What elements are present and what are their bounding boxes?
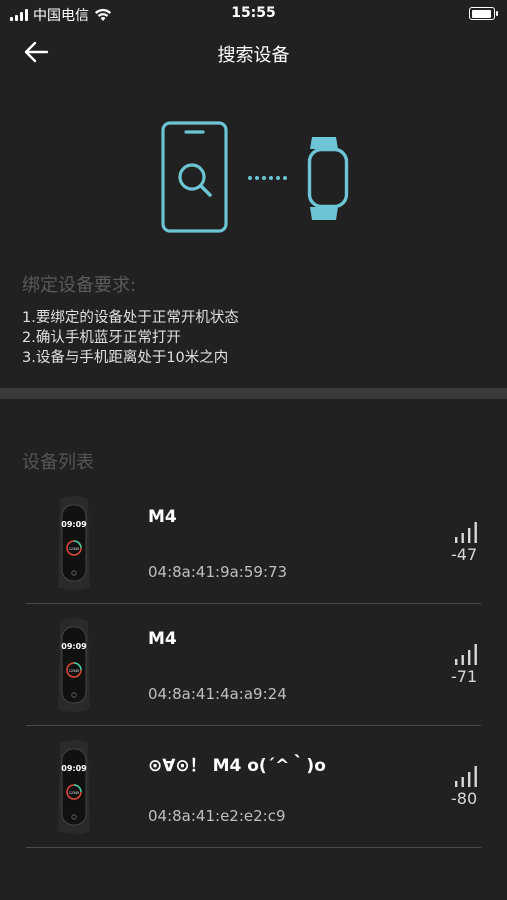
clock: 15:55	[231, 5, 276, 21]
requirement-item: 1.要绑定的设备处于正常开机状态	[22, 310, 239, 326]
device-list-title: 设备列表	[22, 452, 94, 473]
requirements-title: 绑定设备要求:	[22, 275, 137, 296]
band-thumbnail-steps: 12345	[69, 791, 79, 795]
device-mac: 04:8a:41:9a:59:73	[148, 563, 288, 581]
device-row[interactable]: 09:09 12345 M4 04:8a:41:4a:a9:24 -71	[26, 604, 481, 726]
signal-strength-icon	[455, 766, 477, 787]
device-row[interactable]: 09:09 12345 M4 04:8a:41:9a:59:73 -47	[26, 482, 481, 604]
device-rssi: -47	[451, 545, 478, 564]
nav-bar: 搜索设备	[0, 30, 507, 74]
band-thumbnail-time: 09:09	[61, 520, 87, 529]
device-name: ⊙∀⊙！ M4 o(´^｀)o	[148, 756, 326, 776]
band-thumbnail-time: 09:09	[61, 764, 87, 773]
device-mac: 04:8a:41:e2:e2:c9	[148, 807, 286, 825]
requirement-item: 2.确认手机蓝牙正常打开	[22, 330, 181, 346]
band-thumbnail-time: 09:09	[61, 642, 87, 651]
signal-strength-icon	[455, 522, 477, 543]
device-rssi: -80	[451, 789, 478, 808]
section-divider	[0, 388, 507, 399]
requirements-list: 1.要绑定的设备处于正常开机状态 2.确认手机蓝牙正常打开 3.设备与手机距离处…	[22, 308, 239, 368]
page-title: 搜索设备	[217, 45, 290, 66]
device-rssi: -71	[451, 667, 478, 686]
device-name: M4	[148, 629, 177, 649]
connection-dots	[248, 176, 287, 180]
device-list: 09:09 12345 M4 04:8a:41:9a:59:73 -47 09:…	[0, 482, 507, 848]
device-name: M4	[148, 507, 177, 527]
requirement-item: 3.设备与手机距离处于10米之内	[22, 350, 229, 366]
battery-icon	[469, 7, 498, 20]
band-thumbnail: 09:09 12345	[58, 618, 90, 712]
band-thumbnail-steps: 12345	[69, 547, 79, 551]
band-thumbnail-steps: 12345	[69, 669, 79, 673]
device-row[interactable]: 09:09 12345 ⊙∀⊙！ M4 o(´^｀)o 04:8a:41:e2:…	[26, 726, 481, 848]
phone-search-icon	[161, 121, 228, 233]
band-thumbnail: 09:09 12345	[58, 740, 90, 834]
signal-strength-icon	[455, 644, 477, 665]
band-thumbnail: 09:09 12345	[58, 496, 90, 590]
band-icon	[307, 137, 349, 220]
status-bar: 中国电信 15:55	[0, 0, 507, 28]
device-mac: 04:8a:41:4a:a9:24	[148, 685, 287, 703]
search-illustration	[160, 120, 355, 242]
